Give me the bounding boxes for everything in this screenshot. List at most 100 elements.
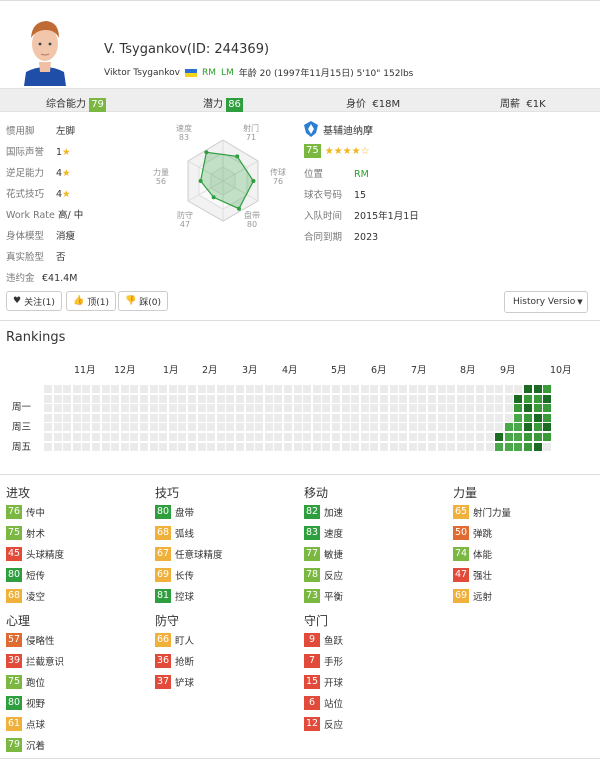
- heatmap-cell: [514, 413, 523, 422]
- club-row[interactable]: 基辅迪纳摩: [304, 121, 373, 137]
- heatmap-cell: [159, 442, 168, 451]
- heatmap-cell: [178, 394, 187, 403]
- heatmap-cell: [53, 394, 62, 403]
- heatmap-cell: [524, 413, 532, 422]
- heatmap-cell: [303, 413, 312, 422]
- heatmap-cell: [351, 423, 360, 432]
- attribute-value-badge: 75: [6, 675, 22, 689]
- heatmap-cell: [360, 385, 369, 393]
- heatmap-cell: [120, 423, 129, 432]
- day-label: 周五: [12, 442, 32, 453]
- attribute-value-badge: 78: [304, 568, 320, 582]
- value-amount: €18M: [372, 99, 401, 110]
- attribute-name: 射门力量: [473, 508, 512, 519]
- heatmap-cell: [322, 442, 331, 451]
- attribute-row: 50 弹跳: [453, 526, 492, 540]
- heatmap-cell: [149, 385, 158, 393]
- heatmap-cell: [399, 442, 408, 451]
- heatmap-cell: [101, 423, 110, 432]
- heatmap-cell: [332, 394, 340, 403]
- heatmap-cell: [456, 394, 465, 403]
- thumbs-up-icon: 👍: [73, 296, 85, 306]
- heatmap-cell: [178, 404, 187, 413]
- position-rm[interactable]: RM: [202, 68, 216, 78]
- heatmap-cell: [495, 433, 504, 441]
- attribute-name: 反应: [324, 571, 344, 582]
- heatmap-cell: [149, 394, 158, 403]
- heatmap-cell: [456, 423, 465, 432]
- club-crest-icon: [304, 121, 318, 137]
- heatmap-cell: [111, 404, 120, 413]
- heatmap-cell: [341, 442, 350, 451]
- club-row-number: 球衣号码 15: [304, 190, 367, 201]
- attribute-name: 弹跳: [473, 529, 493, 540]
- attribute-row: 83 速度: [304, 526, 343, 540]
- heatmap-cell: [476, 404, 484, 413]
- heatmap-cell: [44, 404, 52, 413]
- heatmap-cell: [293, 433, 302, 441]
- heatmap-cell: [399, 385, 408, 393]
- follow-button[interactable]: ♥ 关注(1): [6, 291, 62, 311]
- club-row-position: 位置 RM: [304, 169, 369, 180]
- heatmap-cell: [130, 442, 139, 451]
- heatmap-cell: [332, 413, 340, 422]
- position-lm[interactable]: LM: [221, 68, 234, 78]
- heatmap-cell: [178, 385, 187, 393]
- divider: [0, 758, 600, 759]
- heatmap-cell: [447, 404, 456, 413]
- heatmap-cell: [159, 404, 168, 413]
- heatmap-cell: [226, 385, 235, 393]
- heatmap-cell: [428, 394, 436, 403]
- heatmap-cell: [293, 394, 302, 403]
- heatmap-cell: [312, 433, 321, 441]
- heatmap-cell: [380, 442, 388, 451]
- heatmap-cell: [53, 404, 62, 413]
- heatmap-cell: [408, 423, 417, 432]
- heatmap-cell: [207, 394, 216, 403]
- heatmap-cell: [524, 433, 532, 441]
- heatmap-cell: [370, 394, 379, 403]
- heatmap-cell: [159, 433, 168, 441]
- heatmap-cell: [341, 423, 350, 432]
- heatmap-cell: [274, 433, 283, 441]
- heatmap-cell: [370, 413, 379, 422]
- upvote-button[interactable]: 👍 顶(1): [66, 291, 116, 311]
- heatmap-cell: [504, 433, 513, 441]
- heatmap-cell: [408, 394, 417, 403]
- heatmap-cell: [428, 413, 436, 422]
- heatmap-cell: [389, 442, 398, 451]
- heatmap-cell: [197, 413, 206, 422]
- heatmap-cell: [322, 413, 331, 422]
- heatmap-cell: [437, 433, 446, 441]
- club-rating-row: 75 ★★★★ ☆: [304, 144, 370, 158]
- heatmap-cell: [485, 423, 494, 432]
- heatmap-cell: [360, 442, 369, 451]
- attribute-value-badge: 82: [304, 505, 320, 519]
- heatmap-cell: [236, 404, 244, 413]
- heatmap-cell: [63, 433, 72, 441]
- club-name[interactable]: 基辅迪纳摩: [323, 122, 373, 137]
- section-title-goalkeeping: 守门: [304, 614, 329, 628]
- heatmap-cell: [44, 442, 52, 451]
- heatmap-cell: [485, 404, 494, 413]
- info-row-skill-moves: 花式技巧 4★: [6, 189, 71, 200]
- heatmap-cell: [466, 433, 475, 441]
- heatmap-cell: [322, 385, 331, 393]
- heatmap-cell: [216, 433, 225, 441]
- heatmap-cell: [264, 413, 273, 422]
- section-title-movement: 移动: [304, 486, 329, 500]
- heatmap-cell: [72, 394, 81, 403]
- heatmap-cell: [408, 385, 417, 393]
- attribute-name: 视野: [26, 699, 46, 710]
- heatmap-cell: [236, 394, 244, 403]
- heatmap-cell: [428, 404, 436, 413]
- history-version-select[interactable]: History Versio ▼: [504, 291, 588, 313]
- downvote-button[interactable]: 👎 踩(0): [118, 291, 168, 311]
- heatmap-cell: [370, 442, 379, 451]
- section-title-power: 力量: [453, 486, 478, 500]
- heatmap-cell: [207, 423, 216, 432]
- heatmap-cell: [399, 404, 408, 413]
- heatmap-cell: [533, 433, 542, 441]
- club-row-contract: 合同到期 2023: [304, 232, 379, 243]
- heatmap-cell: [168, 394, 177, 403]
